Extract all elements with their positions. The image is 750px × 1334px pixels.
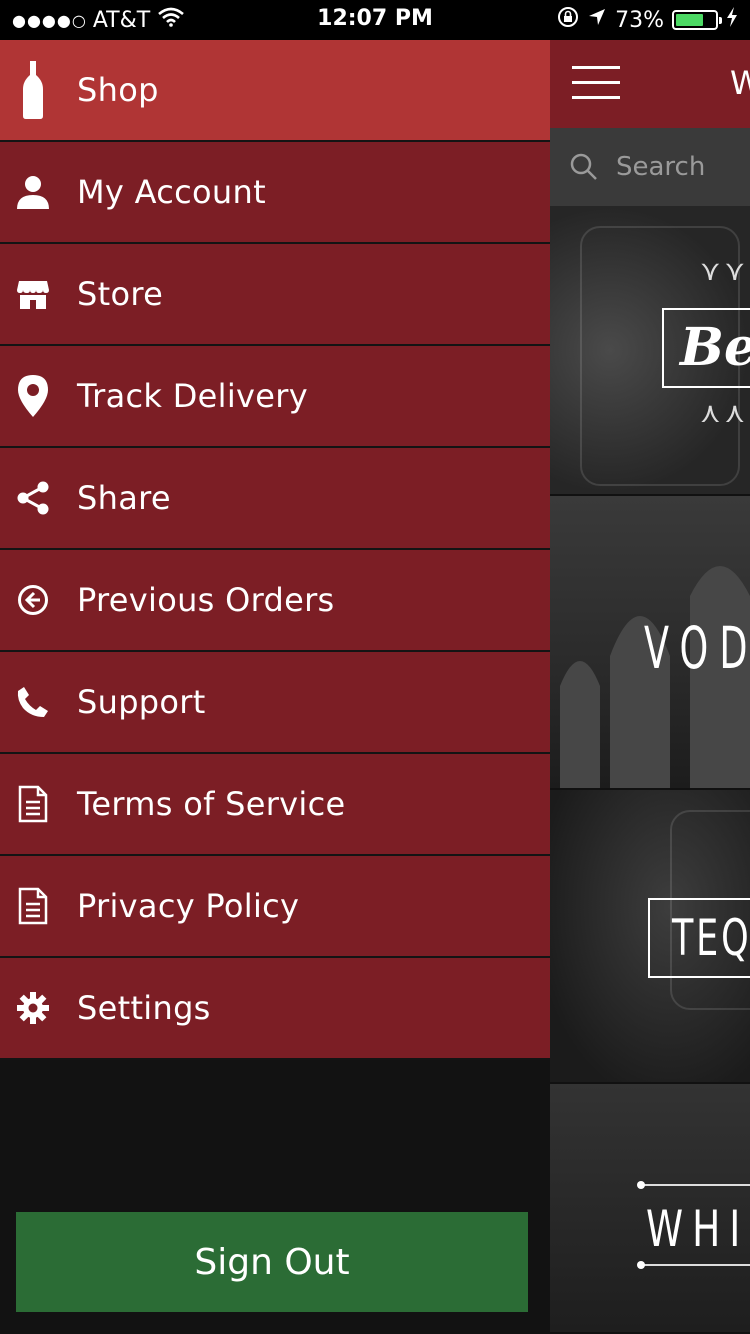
menu-item-track-delivery[interactable]: Track Delivery: [0, 346, 550, 448]
menu-label: My Account: [77, 173, 266, 211]
menu-label: Track Delivery: [77, 377, 308, 415]
hamburger-menu-icon[interactable]: [572, 66, 620, 102]
category-vodka[interactable]: VOD: [550, 496, 750, 790]
menu-item-privacy-policy[interactable]: Privacy Policy: [0, 856, 550, 958]
category-label: Be: [662, 308, 750, 388]
menu-label: Share: [77, 479, 171, 517]
store-icon: [0, 244, 66, 344]
battery-icon: [672, 10, 722, 30]
status-bar: ●●●●○ AT&T 12:07 PM 73%: [0, 0, 750, 40]
user-icon: [0, 142, 66, 242]
charging-bolt-icon: [726, 7, 738, 33]
gear-icon: [0, 958, 66, 1058]
circle-arrow-left-icon: [0, 550, 66, 650]
menu-item-previous-orders[interactable]: Previous Orders: [0, 550, 550, 652]
phone-icon: [0, 652, 66, 752]
menu-item-support[interactable]: Support: [0, 652, 550, 754]
menu-label: Settings: [77, 989, 211, 1027]
share-icon: [0, 448, 66, 548]
status-right: 73%: [557, 6, 738, 34]
menu-label: Support: [77, 683, 206, 721]
main-header: W: [550, 40, 750, 128]
category-label: WHIS: [646, 1200, 750, 1258]
category-whiskey[interactable]: WHIS: [550, 1084, 750, 1334]
menu-item-settings[interactable]: Settings: [0, 958, 550, 1060]
document-icon: [0, 754, 66, 854]
main-content: W ⋎⋎ Be ⋏⋏ VOD TEQU WHIS: [550, 40, 750, 1334]
menu-item-store[interactable]: Store: [0, 244, 550, 346]
search-icon: [570, 153, 598, 181]
menu-item-shop[interactable]: Shop: [0, 40, 550, 142]
side-drawer: Shop My Account Store Track Delivery Sha…: [0, 40, 550, 1334]
menu-label: Privacy Policy: [77, 887, 300, 925]
location-arrow-icon: [587, 7, 607, 33]
menu-item-terms-of-service[interactable]: Terms of Service: [0, 754, 550, 856]
menu-item-share[interactable]: Share: [0, 448, 550, 550]
header-title: W: [730, 64, 750, 102]
menu-label: Store: [77, 275, 164, 313]
menu-label: Terms of Service: [77, 785, 346, 823]
divider: [637, 1181, 750, 1189]
category-label: TEQU: [648, 898, 750, 978]
divider: [637, 1261, 750, 1269]
search-bar[interactable]: [550, 128, 750, 206]
category-tequila[interactable]: TEQU: [550, 790, 750, 1084]
location-pin-icon: [0, 346, 66, 446]
category-beer[interactable]: ⋎⋎ Be ⋏⋏: [550, 206, 750, 496]
wheat-decoration-icon: ⋏⋏: [700, 396, 750, 429]
orientation-lock-icon: [557, 6, 579, 34]
battery-percent: 73%: [615, 7, 664, 33]
menu-label: Shop: [77, 71, 159, 109]
search-input[interactable]: [616, 152, 750, 182]
bottle-icon: [0, 40, 66, 140]
category-label: VOD: [644, 614, 750, 682]
battery-level: [676, 14, 703, 26]
document-icon: [0, 856, 66, 956]
menu-item-my-account[interactable]: My Account: [0, 142, 550, 244]
wheat-decoration-icon: ⋎⋎: [700, 254, 750, 287]
sign-out-button[interactable]: Sign Out: [16, 1212, 528, 1312]
menu-label: Previous Orders: [77, 581, 335, 619]
